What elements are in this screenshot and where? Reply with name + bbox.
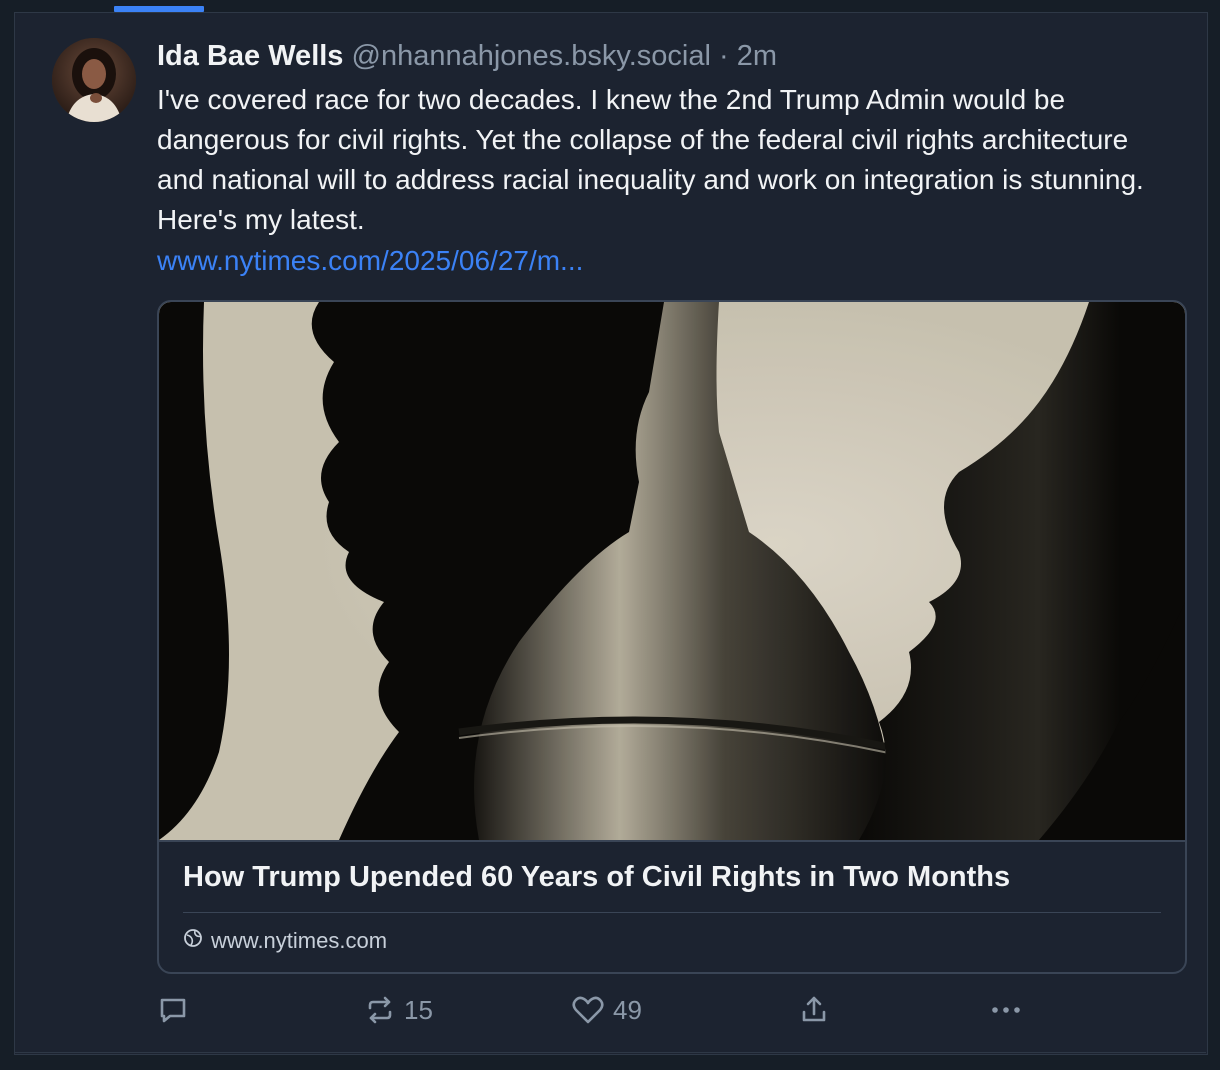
share-icon [798, 994, 830, 1026]
post-timestamp[interactable]: 2m [737, 40, 777, 72]
post-divider [14, 1052, 1206, 1053]
post-link[interactable]: www.nytimes.com/2025/06/27/m... [157, 241, 583, 281]
more-options-button[interactable] [989, 988, 1023, 1032]
author-handle[interactable]: @nhannahjones.bsky.social [352, 40, 711, 72]
card-domain: www.nytimes.com [183, 926, 387, 956]
reply-icon [157, 994, 189, 1026]
share-button[interactable] [798, 988, 830, 1032]
active-tab-indicator [114, 6, 204, 12]
reply-button[interactable] [157, 988, 189, 1032]
repost-icon [364, 994, 396, 1026]
header-separator: · [718, 40, 729, 72]
card-separator [183, 912, 1161, 913]
avatar[interactable] [52, 38, 136, 122]
more-icon [989, 994, 1023, 1026]
repost-button[interactable]: 15 [364, 988, 433, 1032]
card-image [159, 302, 1185, 840]
globe-icon [183, 928, 203, 954]
author-name[interactable]: Ida Bae Wells [157, 40, 343, 72]
post-text: I've covered race for two decades. I kne… [157, 84, 1144, 235]
card-domain-text: www.nytimes.com [211, 928, 388, 953]
card-title[interactable]: How Trump Upended 60 Years of Civil Righ… [183, 859, 1163, 895]
like-count: 49 [613, 994, 642, 1025]
link-card[interactable]: How Trump Upended 60 Years of Civil Righ… [157, 300, 1187, 974]
like-button[interactable]: 49 [571, 988, 642, 1032]
card-image-divider [159, 840, 1185, 842]
post-header: Ida Bae Wells @nhannahjones.bsky.social … [157, 38, 777, 74]
repost-count: 15 [404, 994, 433, 1025]
heart-icon [571, 994, 605, 1026]
silhouette-capitol-illustration [159, 302, 1185, 840]
avatar-photo [52, 38, 136, 122]
post-actions: 15 49 [0, 988, 1220, 1032]
